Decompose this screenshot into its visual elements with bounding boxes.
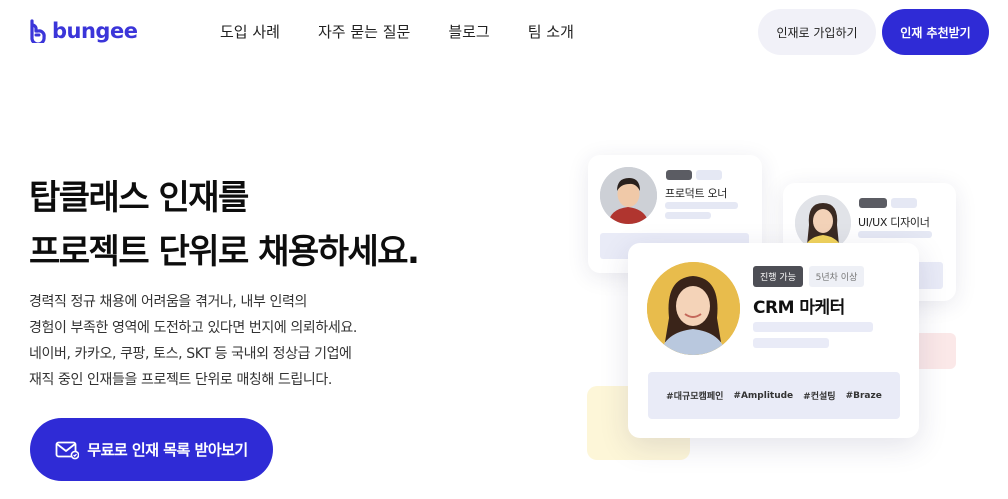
hero-description-line: 재직 중인 인재들을 프로젝트 단위로 매칭해 드립니다. [29,372,332,388]
placeholder-bar [666,170,692,180]
bungee-logo[interactable]: bungee [29,19,138,43]
crm-marketer-avatar [647,262,740,355]
hashtag: #컨설팅 [803,392,836,402]
placeholder-bar [859,198,887,208]
hero-description-line: 네이버, 카카오, 쿠팡, 토스, SKT 등 국내외 정상급 기업에 [29,346,352,362]
placeholder-bar [665,202,738,209]
hashtag: #Braze [845,390,882,401]
placeholder-bar [891,198,917,208]
mail-icon [55,441,80,459]
hashtag: #대규모캠페인 [666,392,724,402]
hero-title-line-2: 프로젝트 단위로 채용하세요. [29,232,420,272]
get-talent-recommendation-button[interactable]: 인재 추천받기 [882,9,989,55]
placeholder-bar [753,338,829,348]
free-talent-list-label: 무료로 인재 목록 받아보기 [87,441,248,459]
join-as-talent-button[interactable]: 인재로 가입하기 [758,9,876,55]
nav-item-blog[interactable]: 블로그 [448,21,489,42]
crm-marketer-role: CRM 마케터 [753,298,845,318]
placeholder-bar [665,212,711,219]
logo-mark-icon [30,19,46,43]
hero-description-line: 경력직 정규 채용에 어려움을 겪거나, 내부 인력의 [29,294,307,310]
product-owner-avatar [600,167,657,224]
hero-title: 탑클래스 인재를 프로젝트 단위로 채용하세요. [29,171,420,279]
hero-title-line-1: 탑클래스 인재를 [29,178,249,218]
placeholder-bar [858,231,932,238]
availability-tag: 진행 가능 [753,266,803,287]
free-talent-list-button[interactable]: 무료로 인재 목록 받아보기 [30,418,273,481]
placeholder-bar [696,170,722,180]
product-owner-role: 프로덕트 오너 [665,187,728,200]
skill-hashtags: #대규모캠페인 #Amplitude #컨설팅 #Braze [648,372,900,419]
hero-description: 경력직 정규 채용에 어려움을 겪거나, 내부 인력의 경험이 부족한 영역에 … [29,289,357,393]
nav-item-faq[interactable]: 자주 묻는 질문 [318,21,410,42]
nav-item-team[interactable]: 팀 소개 [528,21,574,42]
hashtag: #Amplitude [733,390,794,401]
nav-item-cases[interactable]: 도입 사례 [220,21,280,42]
logo-text: bungee [52,19,138,43]
experience-tag: 5년차 이상 [809,266,864,287]
hero-description-line: 경험이 부족한 영역에 도전하고 있다면 번지에 의뢰하세요. [29,320,357,336]
uiux-designer-role: UI/UX 디자이너 [858,216,930,229]
main-nav: 도입 사례 자주 묻는 질문 블로그 팀 소개 [220,21,612,42]
placeholder-bar [753,322,873,332]
